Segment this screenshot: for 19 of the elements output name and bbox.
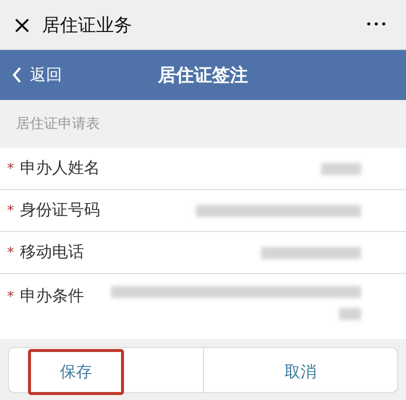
more-button[interactable]: ••• bbox=[362, 18, 392, 31]
nav-title: 居住证签注 bbox=[156, 64, 249, 87]
page-title: 居住证业务 bbox=[42, 14, 132, 36]
save-button[interactable]: 保存 bbox=[28, 349, 124, 395]
field-label: 身份证号码 bbox=[20, 200, 100, 221]
chevron-left-icon bbox=[12, 67, 22, 83]
redacted-value bbox=[321, 162, 361, 174]
redacted-value bbox=[339, 308, 361, 320]
cancel-button[interactable]: 取消 bbox=[252, 349, 348, 395]
field-label: 移动电话 bbox=[20, 242, 84, 263]
field-label: 申办条件 bbox=[20, 286, 84, 307]
required-mark: * bbox=[7, 202, 14, 218]
required-mark: * bbox=[7, 160, 14, 176]
section-title: 居住证申请表 bbox=[16, 115, 100, 133]
required-mark: * bbox=[7, 244, 14, 260]
close-button[interactable]: × bbox=[8, 10, 36, 38]
required-mark: * bbox=[7, 288, 14, 304]
back-button[interactable]: 返回 bbox=[0, 64, 74, 86]
field-label: 申办人姓名 bbox=[20, 158, 100, 179]
